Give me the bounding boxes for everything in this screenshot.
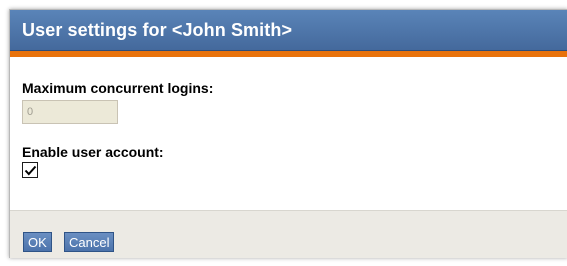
user-settings-dialog: User settings for <John Smith> Maximum c… [9,9,567,258]
checkmark-icon [24,165,37,176]
max-logins-input[interactable] [22,100,118,124]
enable-account-checkbox[interactable] [22,162,38,178]
checkbox-box[interactable] [22,162,38,178]
dialog-titlebar: User settings for <John Smith> [10,10,567,51]
cancel-button[interactable]: Cancel [64,232,115,252]
enable-account-label: Enable user account: [22,144,164,160]
dialog-footer: OK Cancel [10,210,567,258]
dialog-title: User settings for <John Smith> [22,19,293,40]
max-logins-label: Maximum concurrent logins: [22,80,214,96]
ok-button[interactable]: OK [23,232,52,252]
dialog-content: Maximum concurrent logins: Enable user a… [10,57,567,208]
